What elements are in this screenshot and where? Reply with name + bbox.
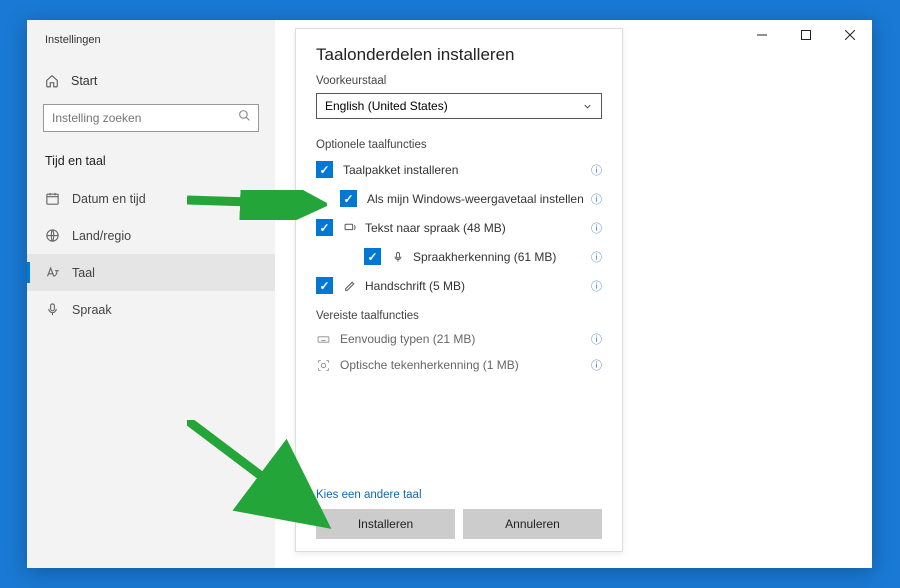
globe-icon [45, 228, 60, 243]
checkbox-set-display[interactable] [340, 190, 357, 207]
sidebar-item-label: Datum en tijd [72, 192, 146, 206]
language-icon [45, 265, 60, 280]
option-label: Spraakherkenning (61 MB) [413, 250, 556, 264]
checkbox-speech-rec[interactable] [364, 248, 381, 265]
info-icon[interactable]: ⓘ [591, 191, 602, 207]
required-section-title: Vereiste taalfuncties [316, 310, 602, 322]
search-box[interactable] [43, 104, 259, 132]
preferred-language-label: Voorkeurstaal [316, 75, 602, 87]
checkbox-handwriting[interactable] [316, 277, 333, 294]
required-basic-typing: Eenvoudig typen (21 MB) ⓘ [316, 332, 602, 346]
window-controls [740, 20, 872, 50]
option-label: Taalpakket installeren [343, 163, 458, 177]
main-content: Taalonderdelen installeren Voorkeurstaal… [275, 20, 872, 568]
calendar-icon [45, 191, 60, 206]
modal-buttons: Installeren Annuleren [316, 509, 602, 539]
cancel-button[interactable]: Annuleren [463, 509, 602, 539]
info-icon[interactable]: ⓘ [591, 331, 602, 347]
info-icon[interactable]: ⓘ [591, 357, 602, 373]
option-install-pack: Taalpakket installeren ⓘ [316, 161, 602, 178]
microphone-icon [391, 251, 405, 263]
sidebar: Instellingen Start Tijd en taal Datum en… [27, 20, 275, 568]
choose-other-language-link[interactable]: Kies een andere taal [316, 489, 602, 501]
option-label: Tekst naar spraak (48 MB) [365, 221, 506, 235]
checkbox-install-pack[interactable] [316, 161, 333, 178]
close-button[interactable] [828, 20, 872, 50]
info-icon[interactable]: ⓘ [591, 249, 602, 265]
keyboard-icon [316, 333, 330, 346]
selected-language: English (United States) [325, 99, 448, 113]
option-label: Als mijn Windows-weergavetaal instellen [367, 192, 584, 206]
option-tts: Tekst naar spraak (48 MB) ⓘ [316, 219, 602, 236]
required-ocr: Optische tekenherkenning (1 MB) ⓘ [316, 358, 602, 372]
chevron-down-icon [582, 101, 593, 112]
modal-title: Taalonderdelen installeren [316, 45, 602, 65]
app-title: Instellingen [27, 32, 275, 64]
search-icon [238, 109, 251, 122]
sidebar-item-taal[interactable]: Taal [27, 254, 275, 291]
option-set-display-lang: Als mijn Windows-weergavetaal instellen … [316, 190, 602, 207]
language-select[interactable]: English (United States) [316, 93, 602, 119]
sidebar-item-label: Taal [72, 266, 95, 280]
install-button[interactable]: Installeren [316, 509, 455, 539]
sidebar-item-label: Spraak [72, 303, 112, 317]
option-label: Handschrift (5 MB) [365, 279, 465, 293]
required-label: Optische tekenherkenning (1 MB) [340, 358, 519, 372]
tts-icon [343, 221, 357, 234]
search-input[interactable] [43, 104, 259, 132]
nav-home[interactable]: Start [27, 64, 275, 98]
sidebar-item-spraak[interactable]: Spraak [27, 291, 275, 328]
sidebar-item-label: Land/regio [72, 229, 131, 243]
required-label: Eenvoudig typen (21 MB) [340, 332, 475, 346]
maximize-button[interactable] [784, 20, 828, 50]
microphone-icon [45, 302, 60, 317]
checkbox-tts[interactable] [316, 219, 333, 236]
nav-home-label: Start [71, 74, 97, 88]
sidebar-item-datum-en-tijd[interactable]: Datum en tijd [27, 180, 275, 217]
optional-section-title: Optionele taalfuncties [316, 139, 602, 151]
option-handwriting: Handschrift (5 MB) ⓘ [316, 277, 602, 294]
sidebar-item-land-regio[interactable]: Land/regio [27, 217, 275, 254]
info-icon[interactable]: ⓘ [591, 278, 602, 294]
home-icon [45, 74, 59, 88]
info-icon[interactable]: ⓘ [591, 162, 602, 178]
minimize-button[interactable] [740, 20, 784, 50]
option-speech-rec: Spraakherkenning (61 MB) ⓘ [316, 248, 602, 265]
install-language-modal: Taalonderdelen installeren Voorkeurstaal… [295, 28, 623, 552]
ocr-icon [316, 359, 330, 372]
settings-window: Instellingen Start Tijd en taal Datum en… [27, 20, 872, 568]
category-title: Tijd en taal [27, 150, 275, 180]
info-icon[interactable]: ⓘ [591, 220, 602, 236]
handwriting-icon [343, 279, 357, 292]
